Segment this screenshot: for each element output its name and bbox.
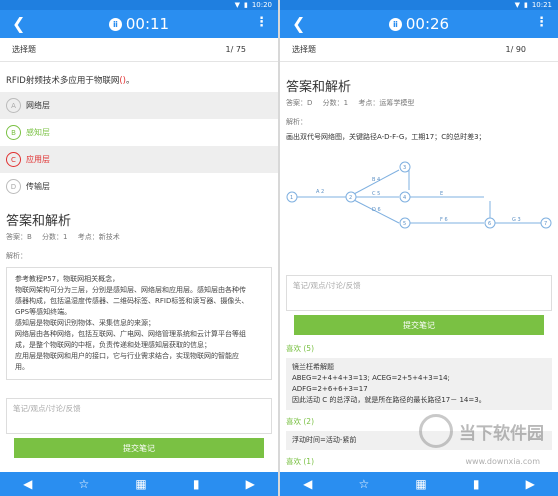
more-menu-icon[interactable]: ⋮ <box>255 15 268 30</box>
timer: ⅱ 00:26 <box>280 15 558 33</box>
node-label: 4 <box>403 195 406 201</box>
analysis-line: 参考教程P57，物联网相关概念， <box>15 275 120 283</box>
edge-label: D 6 <box>372 207 381 213</box>
node-label: 3 <box>403 165 406 171</box>
topic-value: 考点：运筹学模型 <box>358 99 415 107</box>
analysis-label: 解析： <box>6 252 27 260</box>
score-value: 分数：1 <box>42 233 68 241</box>
battery-icon: ▮ <box>523 1 528 9</box>
app-bar: ❮ ⅱ 00:26 ⋮ <box>280 10 558 38</box>
edge-label: E <box>440 191 443 197</box>
pause-icon[interactable]: ⅱ <box>388 17 402 31</box>
node-label: 1 <box>290 195 293 201</box>
status-time: 10:20 <box>251 1 272 9</box>
score-value: 分数：1 <box>322 99 349 107</box>
grid-icon[interactable]: ▦ <box>135 477 146 491</box>
question-header: 选择题 1/ 90 <box>280 38 558 62</box>
analysis-label: 解析： <box>286 118 307 126</box>
prev-icon[interactable]: ◀ <box>23 477 32 491</box>
analysis-box: 参考教程P57，物联网相关概念， 物联网架构可分为三层，分别是感知层、网络层和应… <box>6 267 272 380</box>
edge-label: C 5 <box>372 191 380 197</box>
question-progress: 1/ 75 <box>225 45 246 54</box>
node-label: 6 <box>488 221 491 227</box>
watermark-url: www.downxia.com <box>465 457 540 466</box>
option-d-label: 传输层 <box>26 182 50 191</box>
option-a[interactable]: A 网络层 <box>0 92 278 119</box>
option-d-letter: D <box>6 179 21 194</box>
status-time: 10:21 <box>531 1 552 9</box>
wifi-icon: ▼ <box>514 1 520 9</box>
option-b-letter: B <box>6 125 21 140</box>
notes-input[interactable]: 笔记/观点/讨论/反馈 <box>286 275 552 311</box>
option-c[interactable]: C 应用层 <box>0 146 278 173</box>
status-bar: ▼ ▮ 10:21 <box>280 0 558 10</box>
node-label: 5 <box>403 221 406 227</box>
star-icon[interactable]: ☆ <box>78 477 89 491</box>
edge-label: B 4 <box>372 177 380 183</box>
option-b[interactable]: B 感知层 <box>0 119 278 146</box>
question-progress: 1/ 90 <box>505 45 526 54</box>
grid-icon[interactable]: ▦ <box>415 477 426 491</box>
question-text: RFID射频技术多应用于物联网()。 <box>6 76 135 86</box>
analysis-line: 网络层由各种网络，包括互联网、广电网、网络管理系统和云计算平台等组 <box>15 330 246 338</box>
edge-label: F 6 <box>440 217 448 223</box>
option-a-label: 网络层 <box>26 101 50 110</box>
comment-box: 镜兰枉希解题 ABEG=2+4+4+3=13; ACEG=2+5+4+3=14;… <box>286 358 552 410</box>
bookmark-icon[interactable]: ▮ <box>193 477 200 491</box>
option-a-letter: A <box>6 98 21 113</box>
bottom-nav: ◀ ☆ ▦ ▮ ▶ <box>280 472 558 496</box>
answer-value: 答案：D <box>286 99 313 107</box>
app-bar: ❮ ⅱ 00:11 ⋮ <box>0 10 278 38</box>
question-type: 选择题 <box>292 45 316 54</box>
battery-icon: ▮ <box>243 1 248 9</box>
analysis-line: 感知层是物联网识别物体、采集信息的来源； <box>15 319 155 327</box>
option-d[interactable]: D 传输层 <box>0 173 278 200</box>
answer-section-title: 答案和解析 <box>286 80 352 95</box>
status-bar: ▼ ▮ 10:20 <box>0 0 278 10</box>
watermark-text: 当下软件园 <box>459 423 544 444</box>
left-screen: ▼ ▮ 10:20 ❮ ⅱ 00:11 ⋮ 选择题 1/ 75 RFID射频技术… <box>0 0 278 496</box>
analysis-line: 应用层是物联网和用户的接口，它与行业需求结合，实现物联网的智能应 <box>15 352 239 360</box>
timer-value: 00:26 <box>405 15 450 33</box>
question-type: 选择题 <box>12 45 36 54</box>
wifi-icon: ▼ <box>234 1 240 9</box>
analysis-line: 感器构成，包括温湿度传感器、二维码标签、RFID标签和读写器、摄像头、 <box>15 297 249 305</box>
analysis-line: 成，是整个物联网的中枢，负责传递和处理感知层获取的信息； <box>15 341 211 349</box>
network-diagram: 1 2 3 4 5 6 7 A 2 B 4 C 5 D 6 E F 6 G 3 <box>286 161 552 229</box>
topic-value: 考点：新技术 <box>77 233 120 241</box>
analysis-line: 物联网架构可分为三层，分别是感知层、网络层和应用层。感知层由各种传 <box>15 286 246 294</box>
edge-label: A 2 <box>316 189 324 195</box>
next-icon[interactable]: ▶ <box>526 477 535 491</box>
bookmark-icon[interactable]: ▮ <box>473 477 480 491</box>
watermark-logo-icon <box>419 414 453 448</box>
node-label: 7 <box>544 221 547 227</box>
analysis-line: GPS等感知终端。 <box>15 308 72 316</box>
bottom-nav: ◀ ☆ ▦ ▮ ▶ <box>0 472 278 496</box>
pause-icon[interactable]: ⅱ <box>108 17 122 31</box>
right-screen: ▼ ▮ 10:21 ❮ ⅱ 00:26 ⋮ 选择题 1/ 90 答案和解析 答案… <box>280 0 558 496</box>
prev-icon[interactable]: ◀ <box>303 477 312 491</box>
timer-value: 00:11 <box>125 15 170 33</box>
timer: ⅱ 00:11 <box>0 15 278 33</box>
submit-note-button[interactable]: 提交笔记 <box>14 438 264 458</box>
analysis-line: 用。 <box>15 363 29 371</box>
like-count[interactable]: 喜欢 (5) <box>280 339 558 358</box>
analysis-text: 画出双代号网络图，关键路径A-D-F-G，工期17；C的总时差3； <box>286 133 486 141</box>
node-label: 2 <box>349 195 352 201</box>
option-c-letter: C <box>6 152 21 167</box>
more-menu-icon[interactable]: ⋮ <box>535 15 548 30</box>
submit-note-button[interactable]: 提交笔记 <box>294 315 544 335</box>
star-icon[interactable]: ☆ <box>358 477 369 491</box>
answer-section-title: 答案和解析 <box>6 214 72 229</box>
option-b-label: 感知层 <box>26 128 50 137</box>
edge-label: G 3 <box>512 217 521 223</box>
notes-input[interactable]: 笔记/观点/讨论/反馈 <box>6 398 272 434</box>
option-c-label: 应用层 <box>26 155 50 164</box>
answer-meta: 答案：B 分数：1 考点：新技术 <box>0 229 278 245</box>
question-header: 选择题 1/ 75 <box>0 38 278 62</box>
watermark: 当下软件园 <box>419 414 544 448</box>
next-icon[interactable]: ▶ <box>246 477 255 491</box>
answer-meta: 答案：D 分数：1 考点：运筹学模型 <box>280 95 558 111</box>
answer-value: 答案：B <box>6 233 32 241</box>
